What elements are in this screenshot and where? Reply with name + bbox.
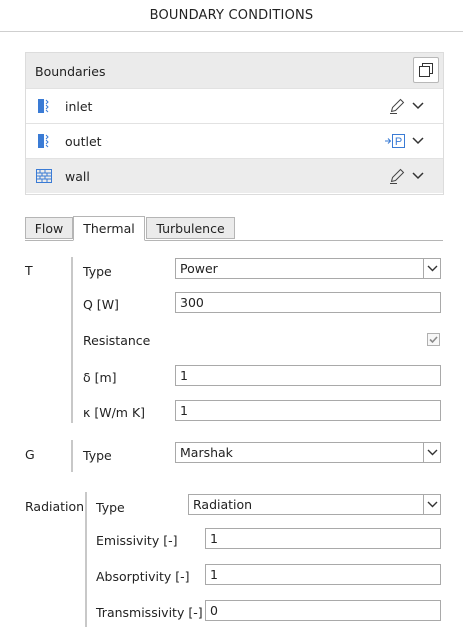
boundary-row-inlet[interactable]: inlet [26,88,443,123]
tab-thermal-label: Thermal [83,221,135,236]
edit-icon[interactable] [388,97,406,115]
transmissivity-label: Transmissivity [-] [96,605,203,620]
radiation-type-value: Radiation [193,497,253,512]
boundary-row-outlet[interactable]: outlet P [26,123,443,158]
chevron-down-icon [427,265,438,272]
t-type-label: Type [83,264,112,279]
q-input[interactable]: 300 [175,292,441,313]
tab-bar: Flow Thermal Turbulence [25,216,443,241]
section-label-g: G [25,447,35,462]
emissivity-label: Emissivity [-] [96,533,178,548]
chevron-down-icon[interactable] [411,100,425,112]
boundaries-header: Boundaries [26,53,443,88]
dropdown-button[interactable] [423,258,441,279]
absorptivity-label: Absorptivity [-] [96,569,190,584]
edit-icon[interactable] [388,167,406,185]
checkmark-icon [429,336,438,344]
copy-button[interactable] [413,57,439,83]
t-type-value: Power [180,261,218,276]
chevron-down-icon [427,501,438,508]
boundaries-title: Boundaries [35,64,106,79]
emissivity-value: 1 [210,531,218,546]
tab-flow[interactable]: Flow [25,217,73,239]
section-divider-radiation [85,492,87,627]
radiation-type-select[interactable]: Radiation [188,494,441,515]
delta-value: 1 [180,368,188,383]
wall-boundary-icon [36,169,52,183]
panel-title: BOUNDARY CONDITIONS [149,8,314,23]
q-label: Q [W] [83,297,119,312]
section-divider-t [71,257,73,423]
q-value: 300 [180,295,204,310]
resistance-label: Resistance [83,333,151,348]
kappa-value: 1 [180,403,188,418]
outlet-boundary-icon [38,134,49,148]
chevron-down-icon [427,449,438,456]
chevron-down-icon[interactable] [411,135,425,147]
boundary-row-wall[interactable]: wall [26,158,443,193]
boundary-label-outlet: outlet [65,134,102,149]
parameter-p-icon[interactable]: P [384,132,406,150]
tab-thermal[interactable]: Thermal [73,216,145,241]
copy-icon [419,63,433,77]
g-type-value: Marshak [180,445,233,460]
absorptivity-value: 1 [210,567,218,582]
kappa-input[interactable]: 1 [175,400,441,421]
dropdown-button[interactable] [423,494,441,515]
delta-label: δ [m] [83,370,117,385]
kappa-label: κ [W/m K] [83,405,146,420]
section-divider-g [71,440,73,472]
radiation-type-label: Type [96,500,125,515]
emissivity-input[interactable]: 1 [205,528,441,549]
section-label-t: T [25,263,33,278]
panel-header: BOUNDARY CONDITIONS [0,0,463,32]
absorptivity-input[interactable]: 1 [205,564,441,585]
g-type-select[interactable]: Marshak [175,442,441,463]
delta-input[interactable]: 1 [175,365,441,386]
tab-turbulence-label: Turbulence [156,220,225,236]
tab-flow-label: Flow [34,220,64,236]
resistance-checkbox[interactable] [427,333,440,346]
dropdown-button[interactable] [423,442,441,463]
section-label-radiation: Radiation [25,499,85,514]
boundary-label-wall: wall [65,169,90,184]
transmissivity-input[interactable]: 0 [205,600,441,621]
boundaries-panel: Boundaries inlet outlet P wall [25,52,444,195]
chevron-down-icon[interactable] [411,170,425,182]
g-type-label: Type [83,448,112,463]
inlet-boundary-icon [38,99,49,113]
t-type-select[interactable]: Power [175,258,441,279]
svg-text:P: P [395,136,402,148]
tab-turbulence[interactable]: Turbulence [146,217,235,239]
transmissivity-value: 0 [210,603,218,618]
boundary-label-inlet: inlet [65,99,93,114]
